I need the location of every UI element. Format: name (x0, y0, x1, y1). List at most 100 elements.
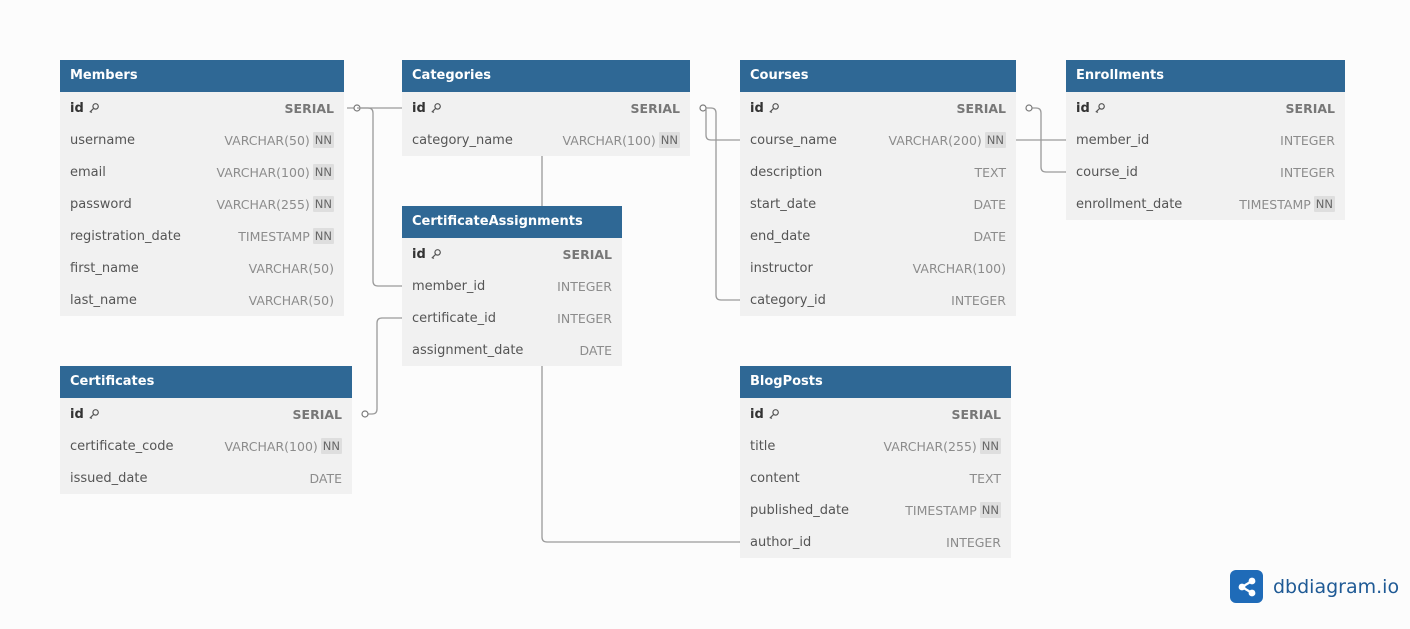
column-row-enrollment-date[interactable]: enrollment_date TIMESTAMP NN (1066, 188, 1345, 220)
column-name: email (70, 165, 216, 180)
line-members-blogposts[interactable] (541, 366, 740, 543)
column-name-text: enrollment_date (1076, 196, 1183, 212)
table-members[interactable]: Members id SERIAL username VARCHAR(50) NN emai… (60, 60, 344, 316)
column-type: TIMESTAMP (238, 228, 310, 244)
column-row-course-id[interactable]: course_id INTEGER (1066, 156, 1345, 188)
not-null-badge: NN (312, 196, 334, 212)
column-type: INTEGER (557, 278, 612, 294)
column-name: description (750, 165, 974, 180)
column-row-id[interactable]: id SERIAL (402, 238, 622, 270)
column-name: assignment_date (412, 343, 579, 358)
column-name: password (70, 197, 216, 212)
column-row-member-id[interactable]: member_id INTEGER (1066, 124, 1345, 156)
column-row-end-date[interactable]: end_date DATE (740, 220, 1016, 252)
column-name: id (70, 407, 293, 422)
table-header[interactable]: Enrollments (1066, 60, 1345, 92)
column-row-last-name[interactable]: last_name VARCHAR(50) (60, 284, 344, 316)
column-name-text: certificate_code (70, 438, 174, 454)
column-type: VARCHAR(50) (248, 260, 334, 276)
column-name: enrollment_date (1076, 197, 1239, 212)
column-name-text: title (750, 438, 776, 454)
table-enrollments[interactable]: Enrollments id SERIAL member_id INTEGER cours… (1066, 60, 1345, 220)
column-type: TIMESTAMP (1239, 196, 1311, 212)
column-row-id[interactable]: id SERIAL (740, 398, 1011, 430)
column-name: registration_date (70, 229, 238, 244)
key-icon (88, 408, 100, 420)
table-header[interactable]: Certificates (60, 366, 352, 398)
column-name: id (750, 101, 957, 116)
key-icon (88, 102, 100, 114)
column-type: TEXT (974, 164, 1006, 180)
column-row-password[interactable]: password VARCHAR(255) NN (60, 188, 344, 220)
column-row-id[interactable]: id SERIAL (402, 92, 690, 124)
column-type: SERIAL (292, 406, 342, 422)
key-icon (1094, 102, 1106, 114)
not-null-badge: NN (979, 502, 1001, 518)
table-header[interactable]: Members (60, 60, 344, 92)
column-name: end_date (750, 229, 973, 244)
column-row-assignment-date[interactable]: assignment_date DATE (402, 334, 622, 366)
column-type: INTEGER (951, 292, 1006, 308)
column-type: DATE (973, 228, 1006, 244)
key-icon (430, 248, 442, 260)
line-categories-courses-name[interactable] (705, 108, 740, 141)
column-row-email[interactable]: email VARCHAR(100) NN (60, 156, 344, 188)
column-name: certificate_code (70, 439, 224, 454)
column-name: username (70, 133, 224, 148)
column-row-certificate-id[interactable]: certificate_id INTEGER (402, 302, 622, 334)
column-name: member_id (412, 279, 557, 294)
column-row-id[interactable]: id SERIAL (60, 398, 352, 430)
column-name-text: published_date (750, 502, 850, 518)
column-name-text: password (70, 196, 132, 212)
line-members-certificateassignments[interactable] (347, 107, 402, 287)
column-type: VARCHAR(200) (888, 132, 982, 148)
column-name-text: email (70, 164, 106, 180)
column-row-title[interactable]: title VARCHAR(255) NN (740, 430, 1011, 462)
not-null-badge: NN (984, 132, 1006, 148)
column-row-description[interactable]: description TEXT (740, 156, 1016, 188)
table-certificates[interactable]: Certificates id SERIAL certificate_code VARC… (60, 366, 352, 494)
column-row-username[interactable]: username VARCHAR(50) NN (60, 124, 344, 156)
table-header[interactable]: Categories (402, 60, 690, 92)
column-name-text: assignment_date (412, 342, 524, 358)
table-blog-posts[interactable]: BlogPosts id SERIAL title VARCHAR(255) NN cont… (740, 366, 1011, 558)
column-type: INTEGER (557, 310, 612, 326)
line-categories-courses[interactable] (706, 107, 740, 301)
column-row-certificate-code[interactable]: certificate_code VARCHAR(100) NN (60, 430, 352, 462)
column-name: id (750, 407, 952, 422)
table-header[interactable]: CertificateAssignments (402, 206, 622, 238)
one-marker (699, 104, 707, 112)
column-row-id[interactable]: id SERIAL (740, 92, 1016, 124)
column-row-id[interactable]: id SERIAL (60, 92, 344, 124)
table-header[interactable]: Courses (740, 60, 1016, 92)
column-name: title (750, 439, 883, 454)
column-row-category-id[interactable]: category_id INTEGER (740, 284, 1016, 316)
not-null-badge: NN (312, 228, 334, 244)
column-row-id[interactable]: id SERIAL (1066, 92, 1345, 124)
column-name-text: id (412, 100, 426, 116)
column-type: INTEGER (1280, 132, 1335, 148)
column-name: author_id (750, 535, 946, 550)
column-row-member-id[interactable]: member_id INTEGER (402, 270, 622, 302)
column-row-issued-date[interactable]: issued_date DATE (60, 462, 352, 494)
table-courses[interactable]: Courses id SERIAL course_name VARCHAR(200) NN… (740, 60, 1016, 316)
column-row-instructor[interactable]: instructor VARCHAR(100) (740, 252, 1016, 284)
column-row-start-date[interactable]: start_date DATE (740, 188, 1016, 220)
column-row-author-id[interactable]: author_id INTEGER (740, 526, 1011, 558)
column-row-registration-date[interactable]: registration_date TIMESTAMP NN (60, 220, 344, 252)
column-row-category-name[interactable]: category_name VARCHAR(100) NN (402, 124, 690, 156)
column-name-text: issued_date (70, 470, 148, 486)
table-certificate-assignments[interactable]: CertificateAssignments id SERIAL member_id I… (402, 206, 622, 366)
column-row-first-name[interactable]: first_name VARCHAR(50) (60, 252, 344, 284)
column-row-course-name[interactable]: course_name VARCHAR(200) NN (740, 124, 1016, 156)
column-name: member_id (1076, 133, 1280, 148)
column-type: VARCHAR(255) (883, 438, 977, 454)
key-icon (430, 102, 442, 114)
column-type: DATE (973, 196, 1006, 212)
table-header[interactable]: BlogPosts (740, 366, 1011, 398)
column-row-content[interactable]: content TEXT (740, 462, 1011, 494)
dbdiagram-logo[interactable]: dbdiagram.io (1230, 570, 1399, 603)
table-categories[interactable]: Categories id SERIAL category_name VARCHAR(1… (402, 60, 690, 156)
line-certificates-certificateassignments[interactable] (368, 317, 402, 415)
column-row-published-date[interactable]: published_date TIMESTAMP NN (740, 494, 1011, 526)
